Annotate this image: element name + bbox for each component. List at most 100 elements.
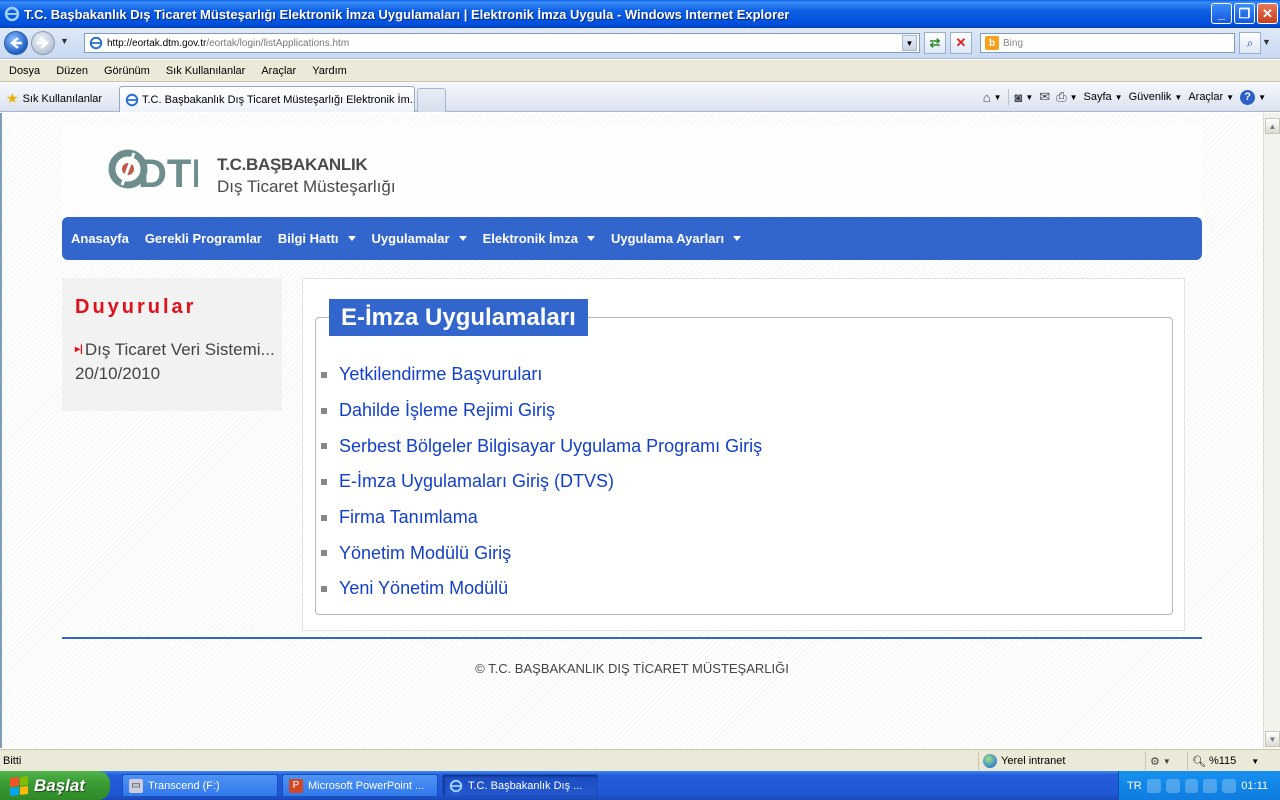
scroll-up-arrow-icon[interactable]: ▲ [1265, 118, 1280, 134]
close-button[interactable]: ✕ [1257, 3, 1278, 24]
stop-icon: ✕ [955, 35, 967, 50]
list-item: Yeni Yönetim Modülü [321, 571, 762, 607]
vertical-scrollbar[interactable]: ▲ ▼ [1263, 113, 1280, 748]
address-toolbar: ▼ http://eortak.dtm.gov.tr/eortak/login/… [0, 28, 1280, 59]
tray-expand-icon[interactable] [1146, 778, 1161, 793]
announcements-panel: Duyurular ▸| Dış Ticaret Veri Sistemi... … [62, 278, 282, 411]
nav-applications[interactable]: Uygulamalar [372, 231, 467, 246]
search-button[interactable]: ⌕ [1239, 32, 1261, 54]
mail-button[interactable]: ✉ [1039, 89, 1050, 105]
nav-app-settings[interactable]: Uygulama Ayarları [611, 231, 742, 246]
app-link-inward-processing[interactable]: Dahilde İşleme Rejimi Giriş [339, 400, 555, 421]
antivirus-icon[interactable] [1222, 778, 1237, 793]
nav-applications-label: Uygulamalar [371, 231, 450, 246]
taskbar-item-transcend[interactable]: ▭ Transcend (F:) [122, 774, 278, 797]
forward-button[interactable] [31, 31, 55, 55]
safety-menu[interactable]: Güvenlik ▼ [1129, 91, 1183, 103]
square-bullet-icon [321, 514, 327, 521]
copyright-text: © T.C. BAŞBAKANLIK DIŞ TİCARET MÜSTEŞARL… [475, 661, 789, 676]
caret-down-icon [733, 236, 742, 241]
drive-icon: ▭ [129, 778, 143, 793]
network-icon[interactable] [1165, 778, 1180, 793]
safely-remove-icon[interactable] [1184, 778, 1199, 793]
forward-arrow-icon [37, 37, 49, 49]
nav-required-programs[interactable]: Gerekli Programlar [145, 231, 262, 246]
print-button[interactable]: ⎙ ▼ [1056, 89, 1077, 105]
recent-pages-dropdown[interactable]: ▼ [60, 36, 69, 46]
security-zone[interactable]: Yerel intranet [978, 752, 1065, 770]
window-title: T.C. Başbakanlık Dış Ticaret Müsteşarlığ… [24, 6, 790, 22]
app-link-dtvs[interactable]: E-İmza Uygulamaları Giriş (DTVS) [339, 471, 614, 492]
org-name-line1: T.C.BAŞBAKANLIK [217, 155, 368, 174]
nav-e-signature[interactable]: Elektronik İmza [483, 231, 595, 246]
announcement-text: Dış Ticaret Veri Sistemi... 20/10/2010 [75, 340, 275, 383]
taskbar-item-label: T.C. Başbakanlık Dış ... [468, 779, 583, 792]
minimize-button[interactable]: _ [1211, 3, 1232, 24]
home-button[interactable]: ⌂ ▼ [983, 90, 1002, 105]
menu-help[interactable]: Yardım [312, 65, 347, 77]
search-icon: ⌕ [1246, 35, 1254, 50]
help-menu[interactable]: ? ▼ [1240, 89, 1266, 105]
home-icon: ⌂ [982, 89, 991, 105]
favorites-bar: ★ Sık Kullanılanlar T.C. Başbakanlık Dış… [0, 83, 1280, 112]
stop-button[interactable]: ✕ [950, 32, 972, 54]
tools-menu[interactable]: Araçlar ▼ [1188, 91, 1234, 103]
menu-view[interactable]: Görünüm [104, 65, 150, 77]
status-bar: Bitti Yerel intranet ⚙ ▼ 🔍︎ %115 ▼ [0, 749, 1280, 771]
safety-menu-label: Güvenlik [1128, 91, 1172, 103]
clock[interactable]: 01:11 [1241, 780, 1268, 792]
wireless-icon[interactable] [1203, 778, 1218, 793]
nav-home[interactable]: Anasayfa [71, 231, 129, 246]
zoom-level: %115 [1208, 755, 1237, 767]
square-bullet-icon [321, 585, 327, 592]
start-button[interactable]: Başlat [0, 771, 110, 800]
mail-icon: ✉ [1039, 89, 1051, 104]
taskbar-item-label: Microsoft PowerPoint ... [308, 779, 425, 792]
announcement-item[interactable]: ▸| Dış Ticaret Veri Sistemi... 20/10/2010 [75, 338, 275, 386]
nav-info-line[interactable]: Bilgi Hattı [278, 231, 356, 246]
app-link-authorization[interactable]: Yetkilendirme Başvuruları [339, 364, 542, 385]
language-indicator[interactable]: TR [1127, 780, 1142, 792]
menu-tools[interactable]: Araçlar [261, 65, 296, 77]
search-input[interactable]: b Bing [980, 33, 1235, 53]
window-titlebar[interactable]: T.C. Başbakanlık Dış Ticaret Müsteşarlığ… [0, 0, 1280, 28]
app-link-free-zones[interactable]: Serbest Bölgeler Bilgisayar Uygulama Pro… [339, 436, 762, 457]
ie-icon [4, 6, 20, 22]
zone-label: Yerel intranet [1001, 755, 1066, 767]
tab-ie-icon [125, 93, 139, 106]
refresh-button[interactable]: ⇄ [924, 32, 946, 54]
menu-file[interactable]: Dosya [9, 65, 40, 77]
page-menu[interactable]: Sayfa ▼ [1084, 91, 1123, 103]
new-tab-button[interactable] [417, 88, 446, 112]
url-host: http://eortak.dtm.gov.tr [107, 37, 207, 49]
menu-edit[interactable]: Düzen [56, 65, 88, 77]
bing-icon: b [985, 36, 999, 50]
protected-mode-button[interactable]: ⚙ ▼ [1145, 752, 1171, 770]
search-options-dropdown[interactable]: ▼ [1262, 37, 1271, 47]
address-dropdown[interactable]: ▼ [902, 35, 917, 51]
taskbar-item-ie[interactable]: T.C. Başbakanlık Dış ... [442, 774, 598, 797]
taskbar-item-powerpoint[interactable]: P Microsoft PowerPoint ... [282, 774, 438, 797]
page-icon [89, 36, 103, 50]
app-link-new-management-module[interactable]: Yeni Yönetim Modülü [339, 578, 508, 599]
list-item: Firma Tanımlama [321, 500, 762, 536]
announcements-title: Duyurular [75, 296, 197, 318]
taskbar-item-label: Transcend (F:) [148, 779, 220, 792]
scroll-down-arrow-icon[interactable]: ▼ [1265, 731, 1280, 747]
url-path: /eortak/login/listApplications.htm [206, 37, 350, 49]
address-field[interactable]: http://eortak.dtm.gov.tr/eortak/login/li… [84, 33, 920, 53]
system-tray: TR 01:11 [1118, 771, 1280, 800]
favorites-button[interactable]: ★ Sık Kullanılanlar [6, 90, 102, 107]
zoom-button[interactable]: 🔍︎ %115 ▼ [1187, 752, 1259, 770]
tab-current[interactable]: T.C. Başbakanlık Dış Ticaret Müsteşarlığ… [119, 86, 415, 112]
back-button[interactable] [4, 31, 28, 55]
menu-favorites[interactable]: Sık Kullanılanlar [166, 65, 246, 77]
tools-menu-label: Araçlar [1188, 91, 1224, 103]
feeds-button[interactable]: ◙ ▼ [1015, 90, 1034, 105]
app-link-management-module[interactable]: Yönetim Modülü Giriş [339, 543, 511, 564]
applications-panel: E-İmza Uygulamaları Yetkilendirme Başvur… [302, 278, 1185, 631]
zoom-icon: 🔍︎ [1192, 755, 1206, 768]
app-link-company-definition[interactable]: Firma Tanımlama [339, 507, 478, 528]
dtm-logo[interactable]: DTM [108, 139, 198, 199]
maximize-button[interactable]: ❐ [1234, 3, 1255, 24]
